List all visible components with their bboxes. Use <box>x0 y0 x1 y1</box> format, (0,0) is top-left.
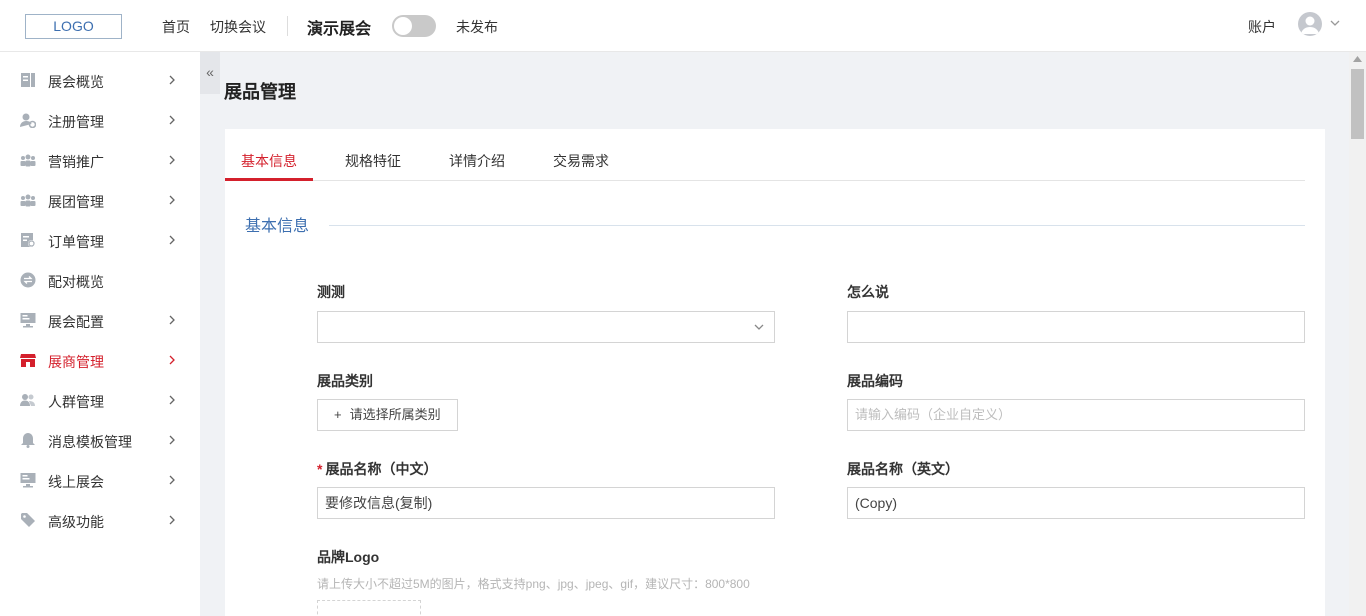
required-marker: * <box>317 461 323 477</box>
ceshi-label: 测测 <box>317 284 345 300</box>
plus-icon: + <box>334 407 342 422</box>
tab-basic-info[interactable]: 基本信息 <box>225 151 313 181</box>
code-input[interactable]: 请输入编码（企业自定义） <box>847 399 1305 431</box>
logo: LOGO <box>25 14 122 39</box>
scroll-thumb[interactable] <box>1351 69 1364 139</box>
chevron-right-icon <box>169 75 175 85</box>
brand-logo-label: 品牌Logo <box>317 549 380 565</box>
match-icon <box>20 272 36 288</box>
zenmeshuo-label: 怎么说 <box>847 284 889 300</box>
avatar-icon[interactable] <box>1298 12 1322 36</box>
sidebar-item-label: 高级功能 <box>48 514 104 530</box>
group-icon <box>20 194 36 207</box>
group-icon <box>20 154 36 167</box>
sidebar-item-exhibitors[interactable]: 展商管理 <box>0 340 200 380</box>
scroll-up-arrow-icon[interactable] <box>1353 56 1362 62</box>
page-scrollbar[interactable] <box>1349 52 1366 616</box>
chevron-right-icon <box>169 395 175 405</box>
name-cn-input[interactable]: 要修改信息(复制) <box>317 487 775 519</box>
select-category-button[interactable]: + 请选择所属类别 <box>317 399 458 431</box>
publish-toggle[interactable] <box>392 15 436 37</box>
sidebar-item-config[interactable]: 展会配置 <box>0 300 200 340</box>
section-title: 基本信息 <box>245 218 310 235</box>
order-icon <box>21 233 35 247</box>
sidebar-item-message-templates[interactable]: 消息模板管理 <box>0 420 200 460</box>
monitor-icon <box>20 473 36 488</box>
tab-bar: 基本信息 规格特征 详情介绍 交易需求 <box>225 151 1305 181</box>
sidebar-item-label: 消息模板管理 <box>48 434 132 450</box>
sidebar-item-audience[interactable]: 人群管理 <box>0 380 200 420</box>
sidebar-item-label: 订单管理 <box>48 234 104 250</box>
tab-specifications[interactable]: 规格特征 <box>329 151 417 181</box>
account-link[interactable]: 账户 <box>1248 17 1276 37</box>
code-label: 展品编码 <box>847 373 903 389</box>
form-card: 基本信息 规格特征 详情介绍 交易需求 基本信息 测测 怎么说 展品类别 + 请选… <box>225 129 1325 616</box>
sidebar-item-registration[interactable]: 注册管理 <box>0 100 200 140</box>
sidebar-item-matching[interactable]: 配对概览 <box>0 260 200 300</box>
tab-trade-demand[interactable]: 交易需求 <box>537 151 625 181</box>
page-title: 展品管理 <box>224 82 296 102</box>
chevron-right-icon <box>169 475 175 485</box>
zenmeshuo-input[interactable] <box>847 311 1305 343</box>
sidebar-item-label: 展团管理 <box>48 194 104 210</box>
document-icon <box>21 73 35 87</box>
publish-status-text: 未发布 <box>456 19 498 35</box>
section-divider <box>329 225 1305 226</box>
chevron-right-icon <box>169 355 175 365</box>
chevron-right-icon <box>169 315 175 325</box>
toggle-knob <box>394 17 412 35</box>
nav-switch-conference-link[interactable]: 切换会议 <box>210 17 266 37</box>
chevron-right-icon <box>169 235 175 245</box>
sidebar-item-label: 展商管理 <box>48 354 104 370</box>
name-cn-label-text: 展品名称（中文） <box>325 461 438 477</box>
chevron-down-icon[interactable] <box>1329 17 1341 29</box>
brand-logo-hint: 请上传大小不超过5M的图片，格式支持png、jpg、jpeg、gif，建议尺寸：… <box>317 577 750 591</box>
name-en-input[interactable]: (Copy) <box>847 487 1305 519</box>
chevron-right-icon <box>169 435 175 445</box>
chevron-right-icon <box>169 515 175 525</box>
ceshi-select[interactable] <box>317 311 775 343</box>
tab-details[interactable]: 详情介绍 <box>433 151 521 181</box>
sidebar-item-label: 线上展会 <box>48 474 104 490</box>
top-header: LOGO 首页 切换会议 演示展会 未发布 账户 <box>0 0 1366 52</box>
name-cn-label: * 展品名称（中文） <box>317 459 437 479</box>
sidebar-item-label: 注册管理 <box>48 114 104 130</box>
sidebar-item-label: 配对概览 <box>48 274 104 290</box>
monitor-icon <box>20 313 36 328</box>
sidebar-item-delegation[interactable]: 展团管理 <box>0 180 200 220</box>
chevron-down-icon <box>754 324 764 330</box>
sidebar-item-overview[interactable]: 展会概览 <box>0 60 200 100</box>
sidebar-item-marketing[interactable]: 营销推广 <box>0 140 200 180</box>
chevron-right-icon <box>169 155 175 165</box>
sidebar-item-label: 营销推广 <box>48 154 104 170</box>
bell-icon <box>21 433 35 448</box>
nav-divider <box>287 16 288 36</box>
select-category-button-label: 请选择所属类别 <box>349 407 441 422</box>
chevron-right-icon <box>169 195 175 205</box>
sidebar: 展会概览 注册管理 营销推广 展团管理 订单管理 配对概览 展会配置 展商管理 … <box>0 52 200 616</box>
brand-logo-upload[interactable] <box>317 600 421 616</box>
store-icon <box>20 354 36 367</box>
sidebar-item-advanced[interactable]: 高级功能 <box>0 500 200 540</box>
sidebar-collapse-button[interactable]: « <box>200 52 220 94</box>
tag-icon <box>21 513 35 527</box>
sidebar-item-online-expo[interactable]: 线上展会 <box>0 460 200 500</box>
sidebar-item-label: 展会概览 <box>48 74 104 90</box>
sidebar-item-label: 展会配置 <box>48 314 104 330</box>
people-icon <box>20 394 35 406</box>
user-settings-icon <box>20 113 36 128</box>
sidebar-item-orders[interactable]: 订单管理 <box>0 220 200 260</box>
event-title: 演示展会 <box>307 21 372 38</box>
chevron-right-icon <box>169 115 175 125</box>
category-label: 展品类别 <box>317 373 373 389</box>
name-en-label: 展品名称（英文） <box>847 461 959 477</box>
sidebar-item-label: 人群管理 <box>48 394 104 410</box>
nav-home-link[interactable]: 首页 <box>162 17 190 37</box>
